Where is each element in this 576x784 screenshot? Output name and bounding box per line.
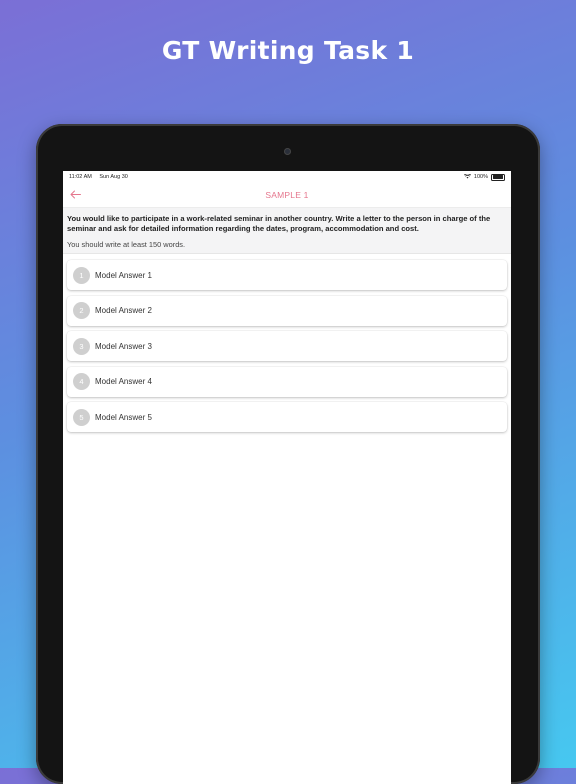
page-title: SAMPLE 1 bbox=[265, 190, 309, 200]
answer-label: Model Answer 2 bbox=[95, 306, 152, 315]
wifi-icon bbox=[463, 172, 471, 181]
battery-percent: 100% bbox=[473, 174, 488, 180]
app-screen: 11:02 AM Sun Aug 30 100% SAMPLE 1 You wo… bbox=[63, 171, 511, 784]
camera-dot bbox=[284, 148, 291, 155]
answer-label: Model Answer 1 bbox=[95, 270, 152, 280]
answer-number-badge: 3 bbox=[73, 337, 90, 355]
answer-number-badge: 2 bbox=[73, 302, 90, 319]
question-prompt: You would like to participate in a work-… bbox=[67, 214, 491, 233]
tablet-frame: 11:02 AM Sun Aug 30 100% SAMPLE 1 You wo… bbox=[36, 124, 540, 784]
model-answer-3[interactable]: 3 Model Answer 3 bbox=[67, 331, 507, 361]
word-count-note: You should write at least 150 words. bbox=[67, 240, 186, 249]
answer-number-badge: 4 bbox=[73, 373, 90, 390]
arrow-left-icon[interactable] bbox=[68, 187, 82, 201]
answer-number-badge: 5 bbox=[73, 408, 90, 426]
nav-bar: SAMPLE 1 bbox=[63, 183, 511, 207]
answer-label: Model Answer 3 bbox=[95, 341, 152, 351]
battery-icon bbox=[491, 173, 505, 181]
promo-title: GT Writing Task 1 bbox=[161, 36, 415, 65]
model-answer-2[interactable]: 2 Model Answer 2 bbox=[67, 295, 507, 326]
answer-label: Model Answer 5 bbox=[95, 412, 152, 422]
status-date: Sun Aug 30 bbox=[99, 174, 128, 180]
model-answer-list: 1 Model Answer 1 2 Model Answer 2 3 Mode… bbox=[63, 254, 511, 432]
question-card: You would like to participate in a work-… bbox=[63, 207, 511, 254]
answer-label: Model Answer 4 bbox=[95, 377, 152, 386]
status-time: 11:02 AM bbox=[69, 174, 92, 180]
model-answer-1[interactable]: 1 Model Answer 1 bbox=[67, 260, 507, 290]
status-bar: 11:02 AM Sun Aug 30 100% bbox=[63, 171, 511, 183]
answer-number-badge: 1 bbox=[73, 266, 90, 284]
model-answer-4[interactable]: 4 Model Answer 4 bbox=[67, 366, 507, 397]
model-answer-5[interactable]: 5 Model Answer 5 bbox=[67, 402, 507, 432]
